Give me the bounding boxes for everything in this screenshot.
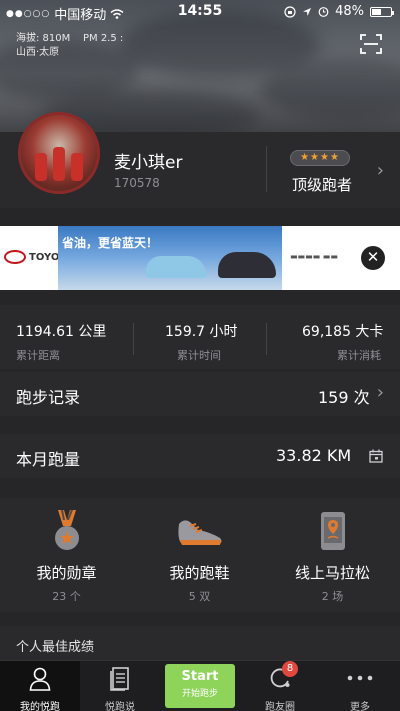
stat-time: 159.7 小时 累计时间	[165, 305, 265, 369]
tab-friends-circle[interactable]: 跑友圈	[240, 661, 320, 711]
medals-entry[interactable]: 我的勋章 23 个	[0, 498, 133, 612]
start-sublabel: 开始跑步	[181, 689, 218, 699]
pm25-text: PM 2.5 :	[82, 33, 124, 44]
alarm-icon	[318, 7, 329, 17]
tab-label: 跑友圈	[265, 702, 295, 711]
running-shoe-icon	[177, 520, 221, 545]
more-dots-icon	[347, 675, 373, 681]
divider	[266, 323, 267, 355]
location-info: 海拔: 810M PM 2.5 : 山西·太原	[16, 32, 123, 60]
feature-count: 5 双	[188, 590, 211, 603]
rotation-lock-icon	[284, 5, 296, 18]
divider	[266, 146, 267, 192]
run-records-label: 跑步记录	[16, 388, 81, 407]
avatar[interactable]	[18, 112, 100, 194]
stat-value: 69,185 大卡	[302, 324, 384, 340]
feature-title: 我的跑鞋	[169, 564, 230, 582]
marathon-phone-icon	[320, 512, 345, 550]
document-icon	[110, 667, 129, 691]
personal-best-section[interactable]: 个人最佳成绩	[0, 626, 400, 660]
notification-badge: 8	[282, 661, 298, 677]
start-run-button[interactable]: Start 开始跑步	[165, 664, 235, 708]
personal-best-label: 个人最佳成绩	[16, 640, 95, 655]
battery-icon	[370, 6, 394, 17]
tab-label: 更多	[350, 702, 370, 711]
feature-title: 线上马拉松	[294, 564, 370, 582]
calendar-icon[interactable]	[369, 449, 383, 463]
stat-value: 159.7 小时	[165, 324, 238, 340]
features-grid: 我的勋章 23 个 我的跑鞋 5 双 线上马拉松 2 场	[0, 498, 400, 612]
shoes-entry[interactable]: 我的跑鞋 5 双	[133, 498, 266, 612]
run-records-count: 159 次	[318, 388, 370, 407]
ad-slogan: 省油，更省蓝天！	[62, 236, 159, 250]
person-icon	[29, 667, 51, 691]
stat-label: 累计距离	[16, 349, 60, 362]
toyota-logo-icon	[4, 250, 26, 264]
online-marathon-entry[interactable]: 线上马拉松 2 场	[266, 498, 399, 612]
chevron-right-icon[interactable]: ›	[377, 160, 384, 181]
medal-icon	[54, 510, 79, 550]
user-id: 170578	[114, 176, 160, 190]
ad-image: 省油，更省蓝天！	[58, 226, 282, 290]
ad-close-button[interactable]: ✕	[361, 246, 385, 270]
start-label: Start	[181, 669, 219, 684]
city-text: 山西·太原	[16, 47, 60, 58]
monthly-distance-row[interactable]: 本月跑量 33.82 KM	[0, 434, 400, 478]
tab-more[interactable]: 更多	[320, 661, 400, 711]
stat-label: 累计消耗	[337, 349, 381, 362]
ad-fineprint: ▬▬▬▬ ▬▬	[290, 252, 338, 261]
stat-label: 累计时间	[177, 349, 221, 362]
altitude-text: 海拔: 810M	[16, 33, 71, 44]
app-screen: ●●○○○ 中国移动 14:55 48% 海拔: 810M PM 2.5: 山…	[0, 0, 400, 711]
tab-label: 悦跑说	[105, 702, 135, 711]
stat-value: 1194.61 公里	[16, 324, 107, 340]
car-image	[218, 252, 276, 278]
user-name: 麦小琪er	[114, 153, 183, 173]
run-records-row[interactable]: 跑步记录 159 次 ›	[0, 372, 400, 416]
tab-label: 我的悦跑	[20, 702, 60, 711]
status-bar: ●●○○○ 中国移动 14:55 48%	[0, 0, 400, 24]
rank-stars-badge: ★★★★	[290, 150, 350, 166]
feature-count: 2 场	[321, 590, 344, 603]
monthly-value: 33.82 KM	[276, 446, 352, 465]
stats-panel: 1194.61 公里 累计距离 159.7 小时 累计时间 69,185 大卡 …	[0, 305, 400, 369]
tab-articles[interactable]: 悦跑说	[80, 661, 160, 711]
profile-card[interactable]: 麦小琪er 170578 ★★★★ 顶级跑者 ›	[0, 112, 400, 208]
tab-my-runs[interactable]: 我的悦跑	[0, 661, 80, 711]
feature-title: 我的勋章	[36, 564, 97, 582]
chevron-right-icon[interactable]: ›	[377, 382, 384, 403]
ad-banner[interactable]: TOYOTA 省油，更省蓝天！ ▬▬▬▬ ▬▬	[0, 226, 400, 290]
location-arrow-icon	[303, 7, 312, 16]
scan-qr-icon[interactable]	[360, 34, 382, 54]
feature-count: 23 个	[52, 590, 81, 603]
divider	[133, 323, 134, 355]
rank-title: 顶级跑者	[292, 176, 353, 194]
battery-percent: 48%	[335, 4, 364, 19]
car-image	[146, 256, 206, 278]
stat-calories: 69,185 大卡 累计消耗	[300, 305, 390, 369]
monthly-label: 本月跑量	[16, 450, 81, 469]
